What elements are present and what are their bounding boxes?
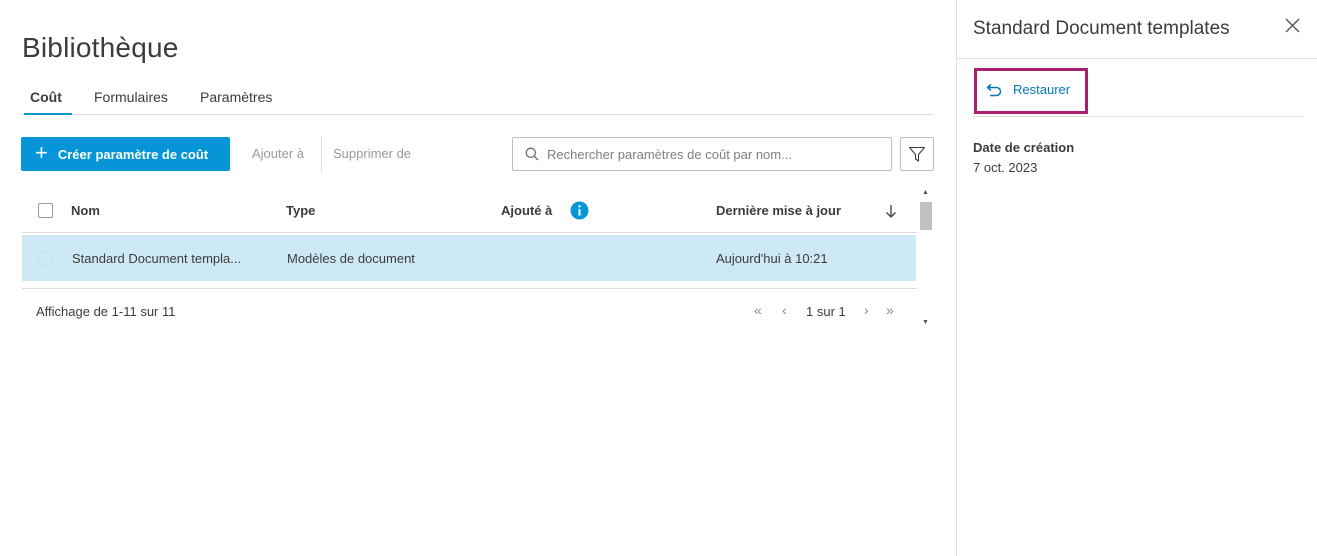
search-icon — [525, 147, 539, 161]
tab-forms[interactable]: Formulaires — [94, 89, 168, 114]
add-to-button[interactable]: Ajouter à — [252, 146, 304, 161]
panel-section-divider — [973, 116, 1303, 117]
create-button-label: Créer paramètre de coût — [57, 146, 209, 162]
restore-button[interactable]: Restaurer — [986, 82, 1070, 97]
page-indicator: 1 sur 1 — [806, 304, 846, 319]
prev-page-icon[interactable]: ‹ — [782, 302, 787, 318]
panel-divider — [957, 58, 1317, 59]
page-title: Bibliothèque — [22, 32, 179, 63]
table-header: Nom Type Ajouté à Dernière mise à jour — [22, 188, 917, 233]
filter-icon — [908, 146, 926, 162]
restore-label: Restaurer — [1013, 82, 1071, 97]
tab-cost[interactable]: Coût — [24, 89, 72, 115]
scroll-up-icon[interactable]: ▲ — [922, 189, 929, 196]
close-icon[interactable] — [1283, 16, 1303, 36]
cell-name: Standard Document templa... — [72, 251, 242, 266]
search-box — [512, 137, 892, 171]
create-cost-parameter-button[interactable]: + Créer paramètre de coût — [21, 137, 230, 171]
last-page-icon[interactable]: » — [886, 302, 894, 318]
tab-bar: Coût Formulaires Paramètres — [21, 82, 934, 115]
panel-title: Standard Document templates — [973, 18, 1230, 39]
cell-last-updated: Aujourd'hui à 10:21 — [716, 251, 828, 266]
column-header-added-to[interactable]: Ajouté à — [501, 203, 552, 218]
sort-down-icon[interactable] — [885, 204, 897, 218]
select-all-checkbox[interactable] — [38, 203, 53, 218]
delete-from-button[interactable]: Supprimer de — [333, 146, 411, 161]
scroll-down-icon[interactable]: ▼ — [922, 319, 929, 326]
first-page-icon[interactable]: « — [754, 302, 762, 318]
column-header-type[interactable]: Type — [286, 203, 315, 218]
scroll-thumb[interactable] — [920, 202, 932, 230]
info-icon[interactable] — [570, 201, 589, 220]
column-header-name[interactable]: Nom — [71, 203, 100, 218]
table-scrollbar[interactable]: ▲ ▼ — [918, 186, 934, 333]
restore-icon — [986, 83, 1002, 97]
search-input[interactable] — [547, 146, 877, 162]
table-row[interactable]: Standard Document templa... Modèles de d… — [22, 235, 916, 281]
details-panel: Standard Document templates Restaurer Da… — [956, 0, 1317, 556]
table-footer-divider — [22, 288, 917, 289]
tab-parameters[interactable]: Paramètres — [200, 89, 272, 114]
next-page-icon[interactable]: › — [864, 302, 869, 318]
toolbar-divider — [321, 136, 322, 172]
created-date-label: Date de création — [973, 140, 1075, 155]
main-area: Bibliothèque Coût Formulaires Paramètres… — [0, 0, 956, 556]
created-date-value: 7 oct. 2023 — [973, 160, 1038, 175]
cell-type: Modèles de document — [287, 251, 415, 266]
plus-icon: + — [35, 140, 48, 165]
showing-count: Affichage de 1-11 sur 11 — [36, 304, 176, 319]
row-checkbox[interactable] — [38, 251, 53, 266]
column-header-last-updated[interactable]: Dernière mise à jour — [716, 203, 841, 218]
filter-button[interactable] — [900, 137, 934, 171]
